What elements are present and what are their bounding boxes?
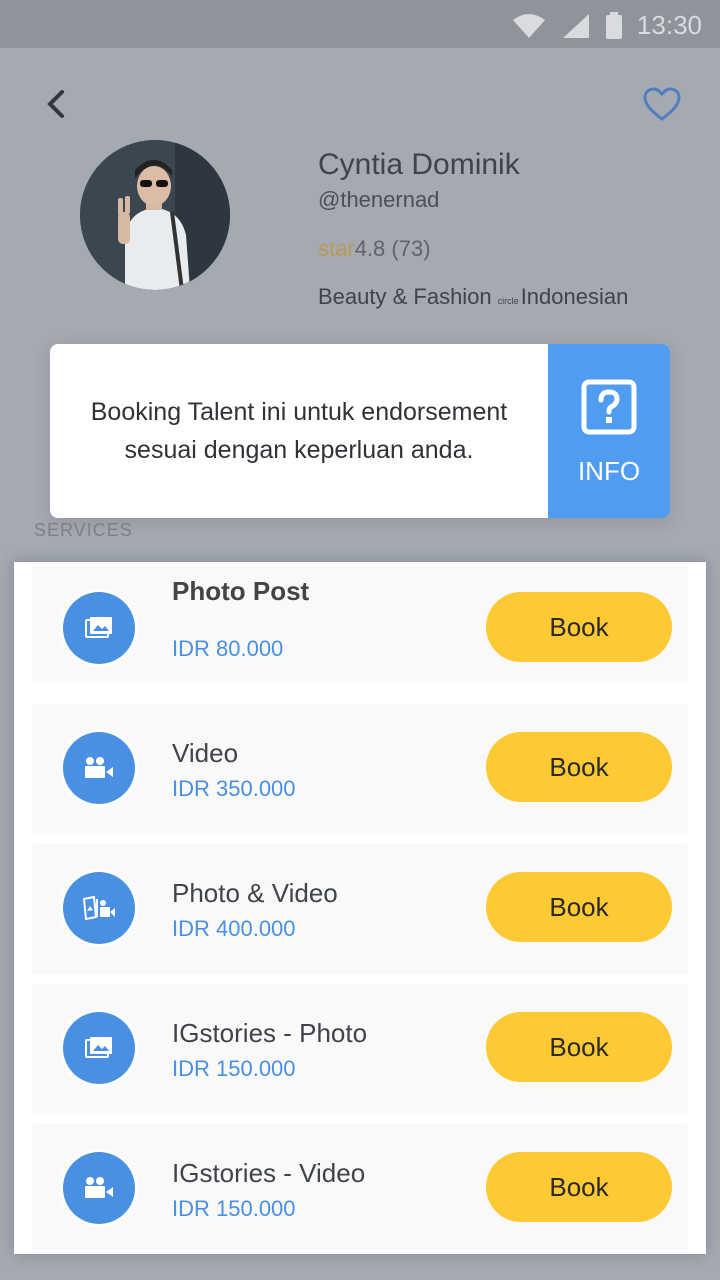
avatar bbox=[80, 140, 230, 290]
book-button[interactable]: Book bbox=[486, 592, 672, 662]
info-button[interactable]: INFO bbox=[548, 344, 670, 518]
signal-icon bbox=[562, 13, 589, 38]
image-icon bbox=[85, 1037, 112, 1058]
status-time: 13:30 bbox=[636, 10, 702, 40]
book-button[interactable]: Book bbox=[486, 1152, 672, 1222]
services-heading: SERVICES bbox=[34, 520, 133, 540]
service-item-photo-post[interactable]: Photo Post IDR 80.000 Book bbox=[32, 562, 688, 682]
question-icon bbox=[581, 379, 637, 435]
info-message: Booking Talent ini untuk endorsement ses… bbox=[90, 398, 508, 464]
service-price: IDR 150.000 bbox=[172, 1196, 296, 1221]
service-price: IDR 400.000 bbox=[172, 916, 296, 941]
service-icon-circle bbox=[60, 1009, 138, 1087]
service-title: Photo & Video bbox=[172, 878, 338, 908]
service-icon-circle bbox=[60, 1149, 138, 1227]
profile-rating: star4.8 (73) bbox=[318, 236, 431, 262]
video-camera-icon bbox=[85, 757, 113, 778]
service-item-video[interactable]: Video IDR 350.000 Book bbox=[32, 704, 688, 834]
heart-icon[interactable] bbox=[642, 86, 682, 122]
info-button-label: INFO bbox=[577, 456, 641, 486]
service-icon-circle bbox=[60, 729, 138, 807]
battery-icon bbox=[605, 11, 622, 39]
info-card: Booking Talent ini untuk endorsement ses… bbox=[50, 344, 670, 518]
service-title: Video bbox=[172, 738, 239, 768]
image-icon bbox=[85, 617, 112, 638]
back-icon[interactable] bbox=[40, 86, 74, 122]
service-icon-circle bbox=[60, 589, 138, 667]
book-button[interactable]: Book bbox=[486, 872, 672, 942]
category-label: Beauty & Fashion bbox=[318, 284, 492, 309]
review-count: (73) bbox=[391, 236, 431, 261]
profile-handle: @thenernad bbox=[318, 187, 440, 212]
service-title: IGstories - Video bbox=[172, 1158, 366, 1188]
book-button[interactable]: Book bbox=[486, 1012, 672, 1082]
service-price: IDR 150.000 bbox=[172, 1056, 296, 1081]
rating-value: 4.8 bbox=[354, 236, 386, 261]
video-camera-icon bbox=[85, 1177, 113, 1198]
service-title: Photo Post bbox=[172, 576, 310, 606]
nationality-label: Indonesian bbox=[520, 284, 629, 309]
photo-video-icon bbox=[82, 895, 115, 921]
service-title: IGstories - Photo bbox=[172, 1018, 368, 1048]
status-bar: 13:30 bbox=[0, 0, 720, 48]
book-button[interactable]: Book bbox=[486, 732, 672, 802]
profile-name: Cyntia Dominik bbox=[318, 148, 520, 181]
star-icon: star bbox=[318, 236, 355, 261]
service-icon-circle bbox=[60, 869, 138, 947]
circle-icon: circle bbox=[497, 296, 519, 306]
profile-tags: Beauty & Fashion circle Indonesian bbox=[318, 284, 628, 310]
service-item-photo-video[interactable]: Photo & Video IDR 400.000 Book bbox=[32, 844, 688, 974]
service-price: IDR 350.000 bbox=[172, 776, 296, 801]
wifi-icon bbox=[512, 13, 545, 38]
service-item-igstories-photo[interactable]: IGstories - Photo IDR 150.000 Book bbox=[32, 984, 688, 1114]
service-price: IDR 80.000 bbox=[172, 636, 284, 661]
service-item-igstories-video[interactable]: IGstories - Video IDR 150.000 Book bbox=[32, 1124, 688, 1254]
services-sheet[interactable]: Photo Post IDR 80.000 Book Video IDR 350… bbox=[14, 562, 706, 1254]
